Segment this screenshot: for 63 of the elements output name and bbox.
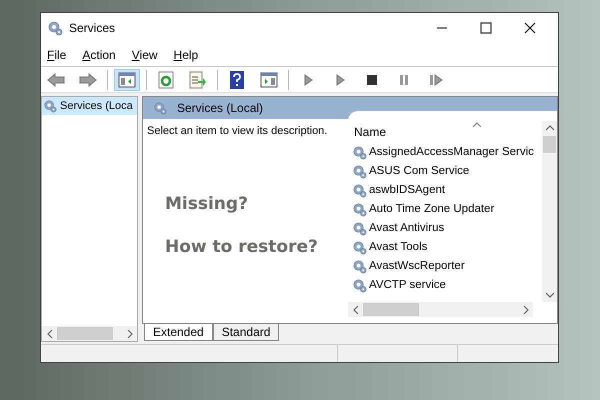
- gear-icon: [153, 101, 167, 115]
- service-name: ASUS Com Service: [369, 164, 470, 179]
- view-tab[interactable]: Extended: [144, 324, 213, 341]
- service-row[interactable]: ASUS Com Service: [348, 162, 542, 181]
- play-icon[interactable]: [334, 74, 346, 86]
- pause-icon[interactable]: [398, 74, 410, 86]
- service-name: Auto Time Zone Updater: [369, 202, 494, 217]
- scroll-thumb[interactable]: [543, 136, 556, 153]
- gear-icon: [352, 240, 367, 255]
- sort-caret-icon: [473, 122, 481, 127]
- toolbar-button[interactable]: [114, 68, 140, 90]
- menu-item[interactable]: Action: [82, 46, 116, 64]
- service-row[interactable]: aswbIDSAgent: [348, 181, 542, 200]
- overlay-heading: Missing?: [165, 192, 249, 216]
- menu-item[interactable]: Help: [174, 46, 198, 64]
- gear-icon: [352, 278, 367, 293]
- resume-icon[interactable]: [429, 74, 443, 86]
- maximize-icon[interactable]: [480, 22, 492, 34]
- scroll-thumb[interactable]: [57, 327, 113, 340]
- service-row[interactable]: AvastWscReporter: [348, 257, 542, 276]
- gear-icon: [352, 202, 367, 217]
- menu-item[interactable]: View: [132, 46, 158, 64]
- menu-item[interactable]: File: [47, 46, 66, 64]
- service-row[interactable]: AVCTP service: [348, 276, 542, 295]
- service-name: aswbIDSAgent: [369, 182, 446, 198]
- gear-icon: [47, 20, 63, 36]
- forward-arrow-icon[interactable]: [79, 72, 97, 86]
- action-pane-icon[interactable]: [260, 72, 278, 88]
- service-name: AVCTP service: [369, 278, 446, 293]
- console-tree-icon[interactable]: [118, 72, 136, 88]
- service-name: AvastWscReporter: [369, 258, 465, 274]
- service-row[interactable]: Auto Time Zone Updater: [348, 200, 542, 219]
- window-title: Services: [69, 20, 116, 37]
- gear-icon: [352, 221, 367, 236]
- column-header[interactable]: Name: [348, 121, 542, 143]
- scroll-thumb[interactable]: [363, 303, 419, 316]
- service-row[interactable]: Avast Tools: [348, 238, 542, 257]
- close-icon[interactable]: [524, 22, 536, 34]
- service-name: Avast Tools: [369, 240, 428, 255]
- description-text: Select an item to view its description.: [147, 124, 328, 139]
- overlay-heading: How to restore?: [165, 236, 319, 259]
- view-tab[interactable]: Standard: [212, 324, 280, 341]
- vertical-scrollbar[interactable]: [542, 121, 557, 302]
- gear-icon: [352, 259, 367, 274]
- export-list-icon[interactable]: [189, 70, 207, 88]
- service-name: Avast Antivirus: [369, 220, 444, 236]
- refresh-icon[interactable]: [158, 70, 174, 88]
- service-row[interactable]: Avast Antivirus: [348, 219, 542, 238]
- service-name: AssignedAccessManager Servic: [369, 144, 534, 160]
- service-row[interactable]: AssignedAccessManager Servic: [348, 143, 542, 162]
- panel-title: Services (Local): [177, 100, 264, 117]
- help-icon[interactable]: [230, 70, 244, 88]
- stop-icon[interactable]: [366, 74, 378, 86]
- gear-icon: [43, 99, 57, 113]
- back-arrow-icon[interactable]: [47, 72, 65, 86]
- horizontal-scrollbar[interactable]: [348, 302, 533, 317]
- gear-icon: [352, 164, 367, 179]
- gear-icon: [352, 183, 367, 198]
- horizontal-scrollbar[interactable]: [42, 326, 137, 341]
- tree-item-label: Services (Loca: [60, 98, 133, 114]
- gear-icon: [352, 145, 367, 160]
- tree-item[interactable]: Services (Loca: [42, 97, 137, 115]
- play-icon[interactable]: [302, 74, 314, 86]
